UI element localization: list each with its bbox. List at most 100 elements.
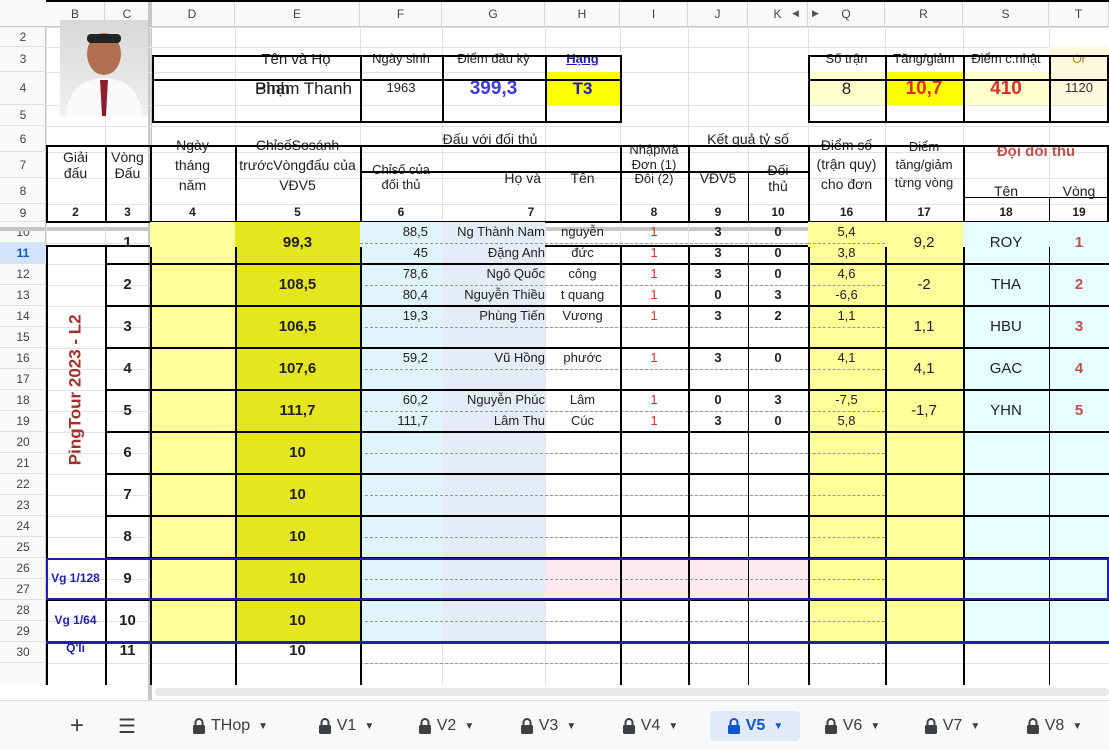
- row-header-14[interactable]: 14: [0, 306, 46, 327]
- row-header-29[interactable]: 29: [0, 621, 46, 642]
- round-number[interactable]: 11: [105, 642, 150, 659]
- score-self[interactable]: 3: [688, 222, 748, 243]
- match-points[interactable]: 4,6: [808, 264, 885, 285]
- column-header-g[interactable]: G: [442, 0, 545, 27]
- team-name[interactable]: GAC: [963, 348, 1049, 390]
- column-header-e[interactable]: E: [235, 0, 360, 27]
- row-header-28[interactable]: 28: [0, 600, 46, 621]
- score-opp[interactable]: 0: [748, 411, 808, 432]
- opp-given-name[interactable]: Lâm: [545, 390, 620, 411]
- column-header-h[interactable]: H: [545, 0, 620, 27]
- column-header-q[interactable]: Q: [808, 0, 885, 27]
- opp-given-name[interactable]: phước: [545, 348, 620, 369]
- match-points[interactable]: 3,8: [808, 243, 885, 264]
- round-delta[interactable]: -1,7: [885, 390, 963, 432]
- opp-given-name[interactable]: Cúc: [545, 411, 620, 432]
- round-index[interactable]: 111,7: [235, 390, 360, 432]
- match-points[interactable]: -6,6: [808, 285, 885, 306]
- column-number-3[interactable]: 3: [105, 204, 150, 222]
- sheet-tab-v4[interactable]: V4 ▼: [610, 711, 690, 741]
- sheet-tab-v8[interactable]: V8 ▼: [1014, 711, 1094, 741]
- round-index[interactable]: 10: [235, 516, 360, 558]
- score-opp[interactable]: 0: [748, 243, 808, 264]
- row-header-24[interactable]: 24: [0, 516, 46, 537]
- opp-index[interactable]: 45: [360, 243, 442, 264]
- row-header-20[interactable]: 20: [0, 432, 46, 453]
- column-header-s[interactable]: S: [963, 0, 1049, 27]
- row-header-15[interactable]: 15: [0, 327, 46, 348]
- match-points[interactable]: 1,1: [808, 306, 885, 327]
- match-points[interactable]: 4,1: [808, 348, 885, 369]
- opp-family-name[interactable]: Vũ Hồng: [442, 348, 545, 369]
- scroll-left-arrow-icon[interactable]: ◀: [792, 8, 799, 19]
- team-round[interactable]: 4: [1049, 348, 1109, 390]
- row-header-6[interactable]: 6: [0, 126, 46, 152]
- round-number[interactable]: 10: [105, 600, 150, 642]
- round-index[interactable]: 106,5: [235, 306, 360, 348]
- score-opp[interactable]: 3: [748, 285, 808, 306]
- column-header-r[interactable]: R: [885, 0, 963, 27]
- opp-given-name[interactable]: nguyễn: [545, 222, 620, 243]
- round-number[interactable]: 3: [105, 306, 150, 348]
- row-header-21[interactable]: 21: [0, 453, 46, 474]
- sheet-tab-v5[interactable]: V5 ▼: [710, 711, 800, 741]
- row-header-4[interactable]: 4: [0, 72, 46, 105]
- add-sheet-button[interactable]: +: [60, 711, 94, 741]
- round-number[interactable]: 7: [105, 474, 150, 516]
- column-header-j[interactable]: J: [688, 0, 748, 27]
- round-number[interactable]: 2: [105, 264, 150, 306]
- match-code[interactable]: 1: [620, 264, 688, 285]
- row-header-26[interactable]: 26: [0, 558, 46, 579]
- sheet-tab-v7[interactable]: V7 ▼: [912, 711, 992, 741]
- score-self[interactable]: 0: [688, 390, 748, 411]
- column-header-t[interactable]: T: [1049, 0, 1109, 27]
- sheet-tab-thop[interactable]: THop ▼: [180, 711, 280, 741]
- score-opp[interactable]: 0: [748, 348, 808, 369]
- opp-index[interactable]: 80,4: [360, 285, 442, 306]
- row-header-19[interactable]: 19: [0, 411, 46, 432]
- opp-family-name[interactable]: Lâm Thu: [442, 411, 545, 432]
- round-delta[interactable]: 1,1: [885, 306, 963, 348]
- score-self[interactable]: 3: [688, 411, 748, 432]
- opp-family-name[interactable]: Đặng Anh: [442, 243, 545, 264]
- column-number-9[interactable]: 9: [688, 204, 748, 222]
- column-number-6[interactable]: 6: [360, 204, 442, 222]
- score-self[interactable]: 3: [688, 243, 748, 264]
- row-header-5[interactable]: 5: [0, 105, 46, 126]
- match-code[interactable]: 1: [620, 411, 688, 432]
- opp-given-name[interactable]: Vương: [545, 306, 620, 327]
- row-header-13[interactable]: 13: [0, 285, 46, 306]
- opp-family-name[interactable]: Phùng Tiến: [442, 306, 545, 327]
- match-code[interactable]: 1: [620, 390, 688, 411]
- match-points[interactable]: -7,5: [808, 390, 885, 411]
- score-self[interactable]: 0: [688, 285, 748, 306]
- column-number-2[interactable]: 2: [46, 204, 105, 222]
- row-header-23[interactable]: 23: [0, 495, 46, 516]
- column-number-5[interactable]: 5: [235, 204, 360, 222]
- round-index[interactable]: 10: [235, 642, 360, 659]
- round-index[interactable]: 10: [235, 432, 360, 474]
- horizontal-scrollbar[interactable]: [155, 688, 1109, 696]
- round-delta[interactable]: -2: [885, 264, 963, 306]
- round-index[interactable]: 108,5: [235, 264, 360, 306]
- round-number[interactable]: 6: [105, 432, 150, 474]
- column-number-10[interactable]: 10: [748, 204, 808, 222]
- opp-index[interactable]: 60,2: [360, 390, 442, 411]
- row-header-7[interactable]: 7: [0, 152, 46, 178]
- score-self[interactable]: 3: [688, 264, 748, 285]
- column-number-18[interactable]: 18: [963, 204, 1049, 222]
- opp-family-name[interactable]: Ngô Quốc: [442, 264, 545, 285]
- team-name[interactable]: ROY: [963, 222, 1049, 264]
- sheet-tab-v6[interactable]: V6 ▼: [812, 711, 892, 741]
- team-name[interactable]: THA: [963, 264, 1049, 306]
- match-points[interactable]: 5,4: [808, 222, 885, 243]
- row-header-17[interactable]: 17: [0, 369, 46, 390]
- score-opp[interactable]: 0: [748, 222, 808, 243]
- round-number[interactable]: 5: [105, 390, 150, 432]
- sheet-tab-v2[interactable]: V2 ▼: [406, 711, 486, 741]
- row-header-22[interactable]: 22: [0, 474, 46, 495]
- match-code[interactable]: 1: [620, 222, 688, 243]
- round-number[interactable]: 4: [105, 348, 150, 390]
- opp-family-name[interactable]: Nguyễn Phúc: [442, 390, 545, 411]
- column-number-7[interactable]: 7: [442, 204, 620, 222]
